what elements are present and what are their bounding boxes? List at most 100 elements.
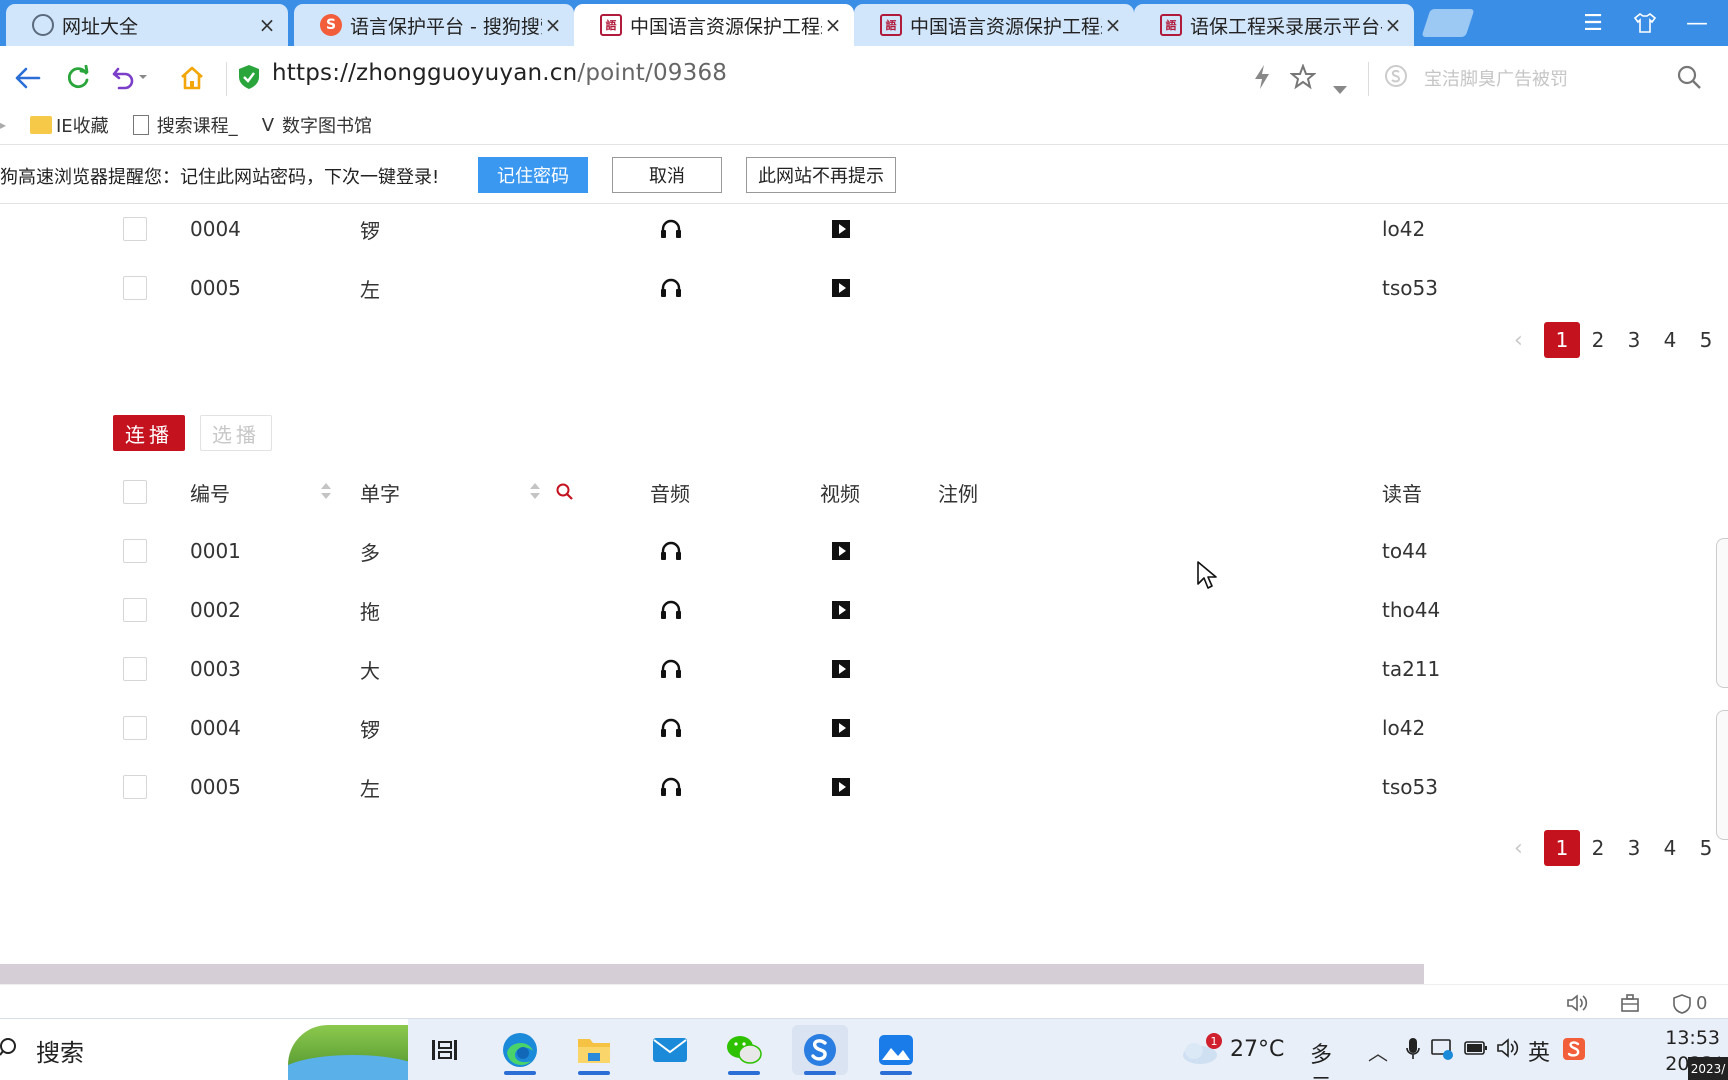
select-all-checkbox[interactable] [123, 480, 147, 504]
side-panel-tab[interactable] [1716, 710, 1728, 840]
file-explorer-icon[interactable] [566, 1025, 622, 1075]
page-button[interactable]: 1 [1544, 322, 1580, 358]
row-checkbox[interactable] [123, 657, 147, 681]
video-play-icon[interactable] [832, 581, 850, 639]
taskbar-search[interactable]: 搜索 [0, 1019, 408, 1080]
close-icon[interactable]: × [1382, 13, 1404, 37]
row-checkbox[interactable] [123, 775, 147, 799]
headphones-icon[interactable] [660, 581, 682, 639]
undo-icon[interactable] [110, 58, 150, 98]
sogou-ime-icon[interactable] [1562, 1037, 1586, 1065]
page-button[interactable]: 4 [1652, 322, 1688, 358]
page-button[interactable]: 5 [1688, 322, 1724, 358]
v-icon: V [261, 114, 275, 136]
close-icon[interactable]: × [822, 13, 844, 37]
never-prompt-button[interactable]: 此网站不再提示 [746, 157, 896, 193]
search-icon[interactable] [556, 463, 574, 521]
prev-page-button[interactable]: ‹ [1514, 328, 1544, 353]
page-button[interactable]: 3 [1616, 322, 1652, 358]
bookmark-item[interactable]: V 数字图书馆 [262, 112, 372, 138]
ime-indicator[interactable]: 英 [1528, 1035, 1550, 1067]
weather-desc[interactable]: 多云 [1310, 1037, 1332, 1080]
page-button[interactable]: 2 [1580, 830, 1616, 866]
row-checkbox[interactable] [123, 276, 147, 300]
row-checkbox[interactable] [123, 598, 147, 622]
adblock-indicator[interactable]: 0 [1672, 993, 1707, 1014]
reload-icon[interactable] [58, 58, 98, 98]
chevron-up-icon[interactable]: ︿ [1368, 1037, 1388, 1066]
menu-icon[interactable]: ☰ [1576, 8, 1610, 38]
page-button[interactable]: 2 [1580, 322, 1616, 358]
video-play-icon[interactable] [832, 758, 850, 816]
tab-0[interactable]: 网址大全 × [6, 4, 288, 46]
briefcase-icon[interactable] [1620, 993, 1640, 1018]
page-button[interactable]: 3 [1616, 830, 1652, 866]
new-tab-button[interactable] [1421, 9, 1475, 37]
headphones-icon[interactable] [660, 259, 682, 317]
header-reading: 读音 [1382, 481, 1422, 506]
headphones-icon[interactable] [660, 522, 682, 580]
home-icon[interactable] [172, 58, 212, 98]
header-id: 编号 [190, 481, 230, 506]
tab-1[interactable]: S 语言保护平台 - 搜狗搜索 × [294, 4, 574, 46]
sort-icon[interactable] [321, 483, 331, 501]
video-play-icon[interactable] [832, 699, 850, 757]
bookmarks-arrow-icon[interactable]: ▸ [0, 118, 30, 132]
speaker-icon[interactable] [1566, 993, 1588, 1018]
skin-icon[interactable] [1628, 8, 1662, 38]
microphone-icon[interactable] [1406, 1037, 1420, 1065]
sort-icon[interactable] [530, 483, 540, 501]
bookmark-item[interactable]: 搜索课程_ [132, 112, 238, 138]
tab-2[interactable]: 語 中国语言资源保护工程采 × [574, 4, 854, 46]
lightning-icon[interactable] [1252, 64, 1272, 97]
star-icon[interactable] [1289, 63, 1317, 97]
side-panel-tab[interactable] [1716, 538, 1728, 688]
video-play-icon[interactable] [832, 522, 850, 580]
row-checkbox[interactable] [123, 217, 147, 241]
mouse-cursor-icon [1196, 560, 1218, 594]
tab-4[interactable]: 語 语保工程采录展示平台- × [1134, 4, 1414, 46]
bookmark-item[interactable]: IE收藏 [30, 112, 109, 138]
close-icon[interactable]: × [256, 13, 278, 37]
minimize-icon[interactable]: — [1680, 8, 1714, 38]
remember-password-button[interactable]: 记住密码 [478, 157, 588, 193]
headphones-icon[interactable] [660, 699, 682, 757]
wechat-icon[interactable] [716, 1025, 772, 1075]
shield-icon[interactable] [238, 64, 260, 94]
close-icon[interactable]: × [542, 13, 564, 37]
continuous-play-button[interactable]: 连播 [113, 415, 185, 451]
sogou-browser-icon[interactable] [792, 1025, 848, 1075]
close-icon[interactable]: × [1102, 13, 1124, 37]
cancel-button[interactable]: 取消 [612, 157, 722, 193]
horizontal-scrollbar[interactable] [0, 964, 1424, 984]
row-checkbox[interactable] [123, 539, 147, 563]
shield-icon [1673, 993, 1691, 1014]
dropdown-icon[interactable] [1332, 72, 1348, 102]
headphones-icon[interactable] [660, 204, 682, 258]
page-button[interactable]: 4 [1652, 830, 1688, 866]
video-play-icon[interactable] [832, 259, 850, 317]
tab-title: 语保工程采录展示平台- [1190, 15, 1382, 38]
video-play-icon[interactable] [832, 204, 850, 258]
edge-icon[interactable] [492, 1025, 548, 1075]
prev-page-button[interactable]: ‹ [1514, 836, 1544, 861]
headphones-icon[interactable] [660, 640, 682, 698]
globe-icon [32, 14, 54, 36]
page-button[interactable]: 1 [1544, 830, 1580, 866]
video-play-icon[interactable] [832, 640, 850, 698]
select-play-button[interactable]: 选播 [200, 415, 272, 451]
photos-icon[interactable] [868, 1025, 924, 1075]
row-checkbox[interactable] [123, 716, 147, 740]
task-view-icon[interactable] [416, 1025, 472, 1075]
volume-icon[interactable] [1496, 1037, 1520, 1063]
search-input[interactable]: 宝洁脚臭广告被罚 [1422, 54, 1706, 102]
search-icon[interactable] [1676, 64, 1702, 94]
mail-icon[interactable] [642, 1025, 698, 1075]
network-icon[interactable] [1430, 1037, 1454, 1065]
url-field[interactable]: https://zhongguoyuyan.cn/point/09368 [272, 60, 727, 86]
tab-3[interactable]: 語 中国语言资源保护工程采 × [854, 4, 1134, 46]
back-icon[interactable] [8, 58, 48, 98]
weather-temp[interactable]: 27°C [1230, 1037, 1284, 1062]
headphones-icon[interactable] [660, 758, 682, 816]
battery-icon[interactable] [1464, 1039, 1488, 1061]
